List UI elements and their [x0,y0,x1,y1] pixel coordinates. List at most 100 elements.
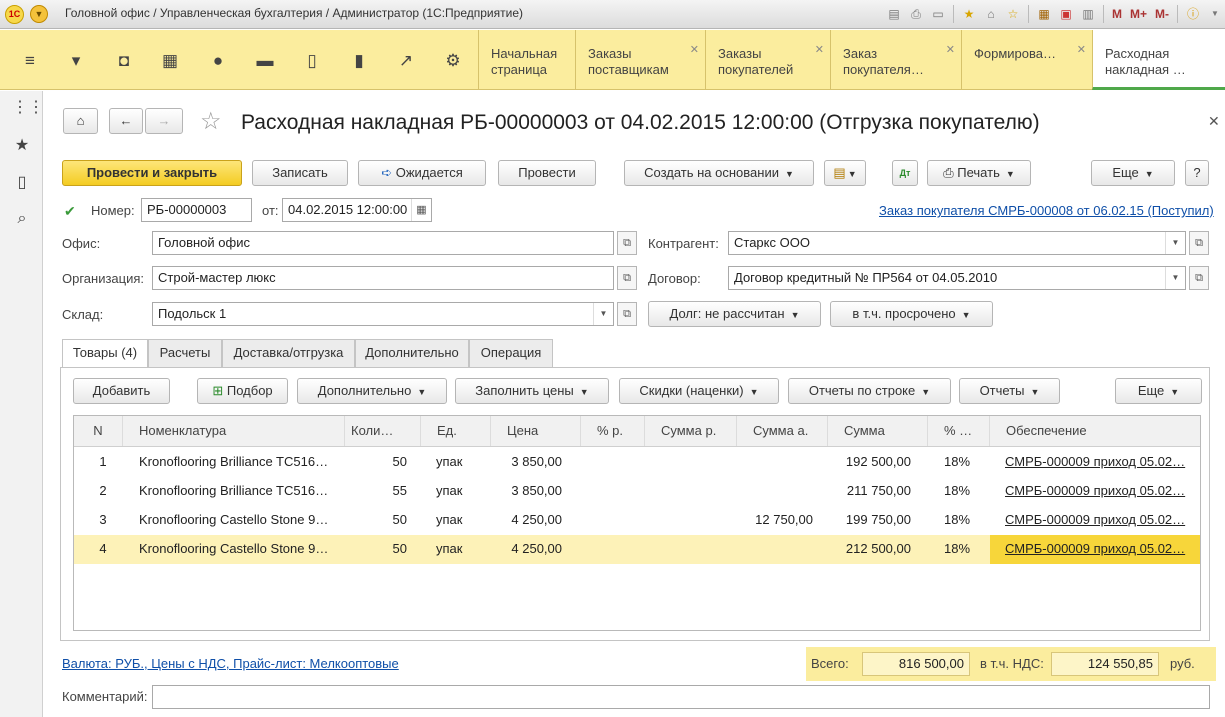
favorites-star-icon[interactable]: ★ [12,136,32,156]
column-header-unit[interactable]: Ед. [421,416,491,446]
open-organization-icon[interactable]: ⧉ [617,266,637,290]
overdue-button[interactable]: в т.ч. просрочено ▼ [830,301,993,327]
more-button[interactable]: Еще ▼ [1091,160,1175,186]
debt-button[interactable]: Долг: не рассчитан ▼ [648,301,821,327]
open-contract-icon[interactable]: ⧉ [1189,266,1209,290]
expected-button[interactable]: ➪ Ожидается [358,160,486,186]
add-row-button[interactable]: Добавить [73,378,170,404]
currency-icon[interactable]: ● [207,50,229,72]
truck-icon[interactable]: ▬ [254,50,276,72]
open-warehouse-icon[interactable]: ⧉ [617,302,637,326]
print-icon[interactable]: ⎙ [907,5,925,23]
forward-button[interactable]: → [145,108,183,134]
pick-button[interactable]: ⊞ Подбор [197,378,288,404]
customer-order-link[interactable]: Заказ покупателя СМРБ-000008 от 06.02.15… [879,203,1214,218]
documents-icon[interactable]: ▯ [301,50,323,72]
tab-settlements[interactable]: Расчеты [148,339,222,367]
tab-sales-invoice[interactable]: Расходная накладная … [1092,30,1225,90]
chevron-down-icon[interactable]: ▼ [593,303,613,325]
preview-icon[interactable]: ▭ [929,5,947,23]
favorites-add-icon[interactable]: ★ [960,5,978,23]
home-icon[interactable]: ⌂ [982,5,1000,23]
cell-provision-link[interactable]: СМРБ-000009 приход 05.02… [999,448,1195,477]
row-reports-button[interactable]: Отчеты по строке ▼ [788,378,951,404]
notes-icon[interactable]: ▥ [1079,5,1097,23]
memory-minus-button[interactable]: M- [1153,7,1171,21]
table-additional-button[interactable]: Дополнительно ▼ [297,378,447,404]
save-icon[interactable]: ▤ [885,5,903,23]
history-icon[interactable]: ▯ [12,173,32,193]
tab-operation[interactable]: Операция [469,339,553,367]
calendar-icon[interactable]: ▣ [1057,5,1075,23]
print-button[interactable]: ⎙ Печать ▼ [927,160,1031,186]
column-header-provision[interactable]: Обеспечение [990,416,1200,446]
table-more-button[interactable]: Еще ▼ [1115,378,1202,404]
related-documents-button[interactable]: ▤ ▼ [824,160,866,186]
reports-button[interactable]: Отчеты ▼ [959,378,1060,404]
tab-customer-orders[interactable]: Заказы покупателей ✕ [705,30,830,90]
organization-field[interactable]: Строй-мастер люкс [152,266,614,290]
menu-icon[interactable]: ≡ [19,50,41,72]
chevron-down-icon[interactable]: ▼ [1165,232,1185,254]
column-header-discount-percent[interactable]: % р. [581,416,645,446]
counterparty-field[interactable]: Старкс ООО ▼ [728,231,1186,255]
number-field[interactable]: РБ-00000003 [141,198,252,222]
search-icon[interactable]: ⌕ [12,209,32,229]
warehouse-field[interactable]: Подольск 1 ▼ [152,302,614,326]
create-based-on-button[interactable]: Создать на основании ▼ [624,160,814,186]
grid-icon[interactable]: ▦ [159,50,181,72]
memory-button[interactable]: M [1110,7,1124,21]
date-field[interactable]: 04.02.2015 12:00:00 ▦ [282,198,432,222]
contract-field[interactable]: Договор кредитный № ПР564 от 04.05.2010 … [728,266,1186,290]
close-form-icon[interactable]: ✕ [1208,113,1220,130]
table-row[interactable]: 2 Kronoflooring Brilliance TC516… 55 упа… [74,477,1200,506]
fill-prices-button[interactable]: Заполнить цены ▼ [455,378,609,404]
office-field[interactable]: Головной офис [152,231,614,255]
discounts-button[interactable]: Скидки (наценки) ▼ [619,378,779,404]
favorites-icon[interactable]: ☆ [1004,5,1022,23]
post-and-close-button[interactable]: Провести и закрыть [62,160,242,186]
trend-icon[interactable]: ↗ [395,50,417,72]
close-tab-icon[interactable]: ✕ [1077,42,1086,58]
cart-icon[interactable]: ▾ [65,50,87,72]
tab-home-page[interactable]: Начальная страница [478,30,575,90]
column-header-sum[interactable]: Сумма [828,416,928,446]
comment-field[interactable] [152,685,1210,709]
calendar-icon[interactable]: ▦ [411,199,431,221]
tab-additional[interactable]: Дополнительно [355,339,469,367]
tab-customer-order[interactable]: Заказ покупателя… ✕ [830,30,961,90]
table-row[interactable]: 1 Kronoflooring Brilliance TC516… 50 упа… [74,448,1200,477]
cell-provision-link[interactable]: СМРБ-000009 приход 05.02… [999,506,1195,535]
settings-gear-icon[interactable]: ⚙ [442,50,464,72]
chevron-down-icon[interactable]: ▼ [1165,267,1185,289]
open-counterparty-icon[interactable]: ⧉ [1189,231,1209,255]
column-header-discount-sum[interactable]: Сумма р. [645,416,737,446]
info-icon[interactable]: ⓘ [1184,5,1202,23]
close-tab-icon[interactable]: ✕ [946,42,955,58]
calculator-icon[interactable]: ▦ [1035,5,1053,23]
column-header-price[interactable]: Цена [491,416,581,446]
currency-prices-link[interactable]: Валюта: РУБ., Цены с НДС, Прайс-лист: Ме… [62,656,399,671]
accounting-entries-icon[interactable]: Дт [892,160,918,186]
apps-grid-icon[interactable]: ⋮⋮ [12,98,44,118]
column-header-item[interactable]: Номенклатура [123,416,345,446]
column-header-auto-sum[interactable]: Сумма а. [737,416,828,446]
post-button[interactable]: Провести [498,160,596,186]
memory-plus-button[interactable]: M+ [1128,7,1149,21]
column-header-n[interactable]: N [74,416,123,446]
tab-delivery[interactable]: Доставка/отгрузка [222,339,355,367]
table-row[interactable]: 3 Kronoflooring Castello Stone 9… 50 упа… [74,506,1200,535]
back-button[interactable]: ← [109,108,143,134]
goods-table[interactable]: N Номенклатура Коли… Ед. Цена % р. Сумма… [73,415,1201,631]
favorite-star-icon[interactable]: ☆ [200,107,222,136]
app-logo-icon[interactable]: 1С [5,5,24,24]
column-header-quantity[interactable]: Коли… [345,416,421,446]
help-button[interactable]: ? [1185,160,1209,186]
tab-goods[interactable]: Товары (4) [62,339,148,368]
close-tab-icon[interactable]: ✕ [815,42,824,58]
bag-icon[interactable]: ◘ [113,50,135,72]
info-menu-icon[interactable]: ▼ [1206,5,1224,23]
close-tab-icon[interactable]: ✕ [690,42,699,58]
save-button[interactable]: Записать [252,160,348,186]
home-button[interactable]: ⌂ [63,108,98,134]
